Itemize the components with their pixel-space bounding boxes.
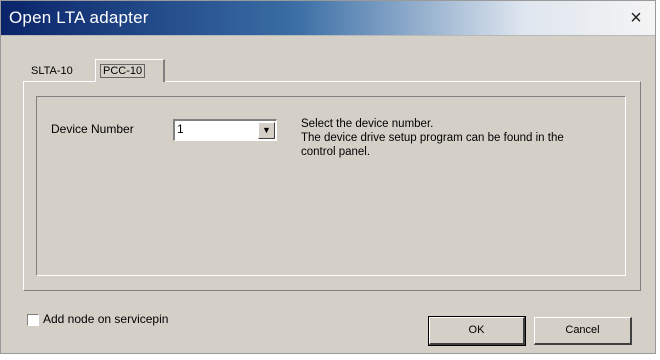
add-node-checkbox[interactable] — [27, 314, 39, 326]
close-icon[interactable]: × — [625, 7, 647, 29]
chevron-down-icon[interactable]: ▼ — [258, 122, 275, 139]
window-title: Open LTA adapter — [9, 8, 149, 27]
device-number-label: Device Number — [51, 122, 134, 136]
tab-pcc-10[interactable]: PCC-10 — [95, 59, 165, 82]
ok-button[interactable]: OK — [428, 316, 526, 346]
device-number-value: 1 — [177, 122, 184, 136]
tab-panel — [23, 81, 641, 291]
cancel-button[interactable]: Cancel — [534, 317, 632, 345]
tab-label: SLTA-10 — [31, 65, 73, 77]
help-line: The device drive setup program can be fo… — [301, 132, 564, 144]
device-number-select[interactable]: 1 ▼ — [173, 119, 277, 141]
tab-label: PCC-10 — [100, 64, 146, 78]
tab-slta-10[interactable]: SLTA-10 — [27, 61, 95, 81]
help-line: control panel. — [301, 146, 371, 158]
add-node-label[interactable]: Add node on servicepin — [43, 312, 168, 326]
title-bar[interactable]: Open LTA adapter × — [1, 1, 655, 36]
dialog-window: Open LTA adapter × SLTA-10 PCC-10 Device… — [0, 0, 656, 354]
help-line: Select the device number. — [301, 118, 434, 130]
help-text: Select the device number. The device dri… — [301, 117, 631, 159]
